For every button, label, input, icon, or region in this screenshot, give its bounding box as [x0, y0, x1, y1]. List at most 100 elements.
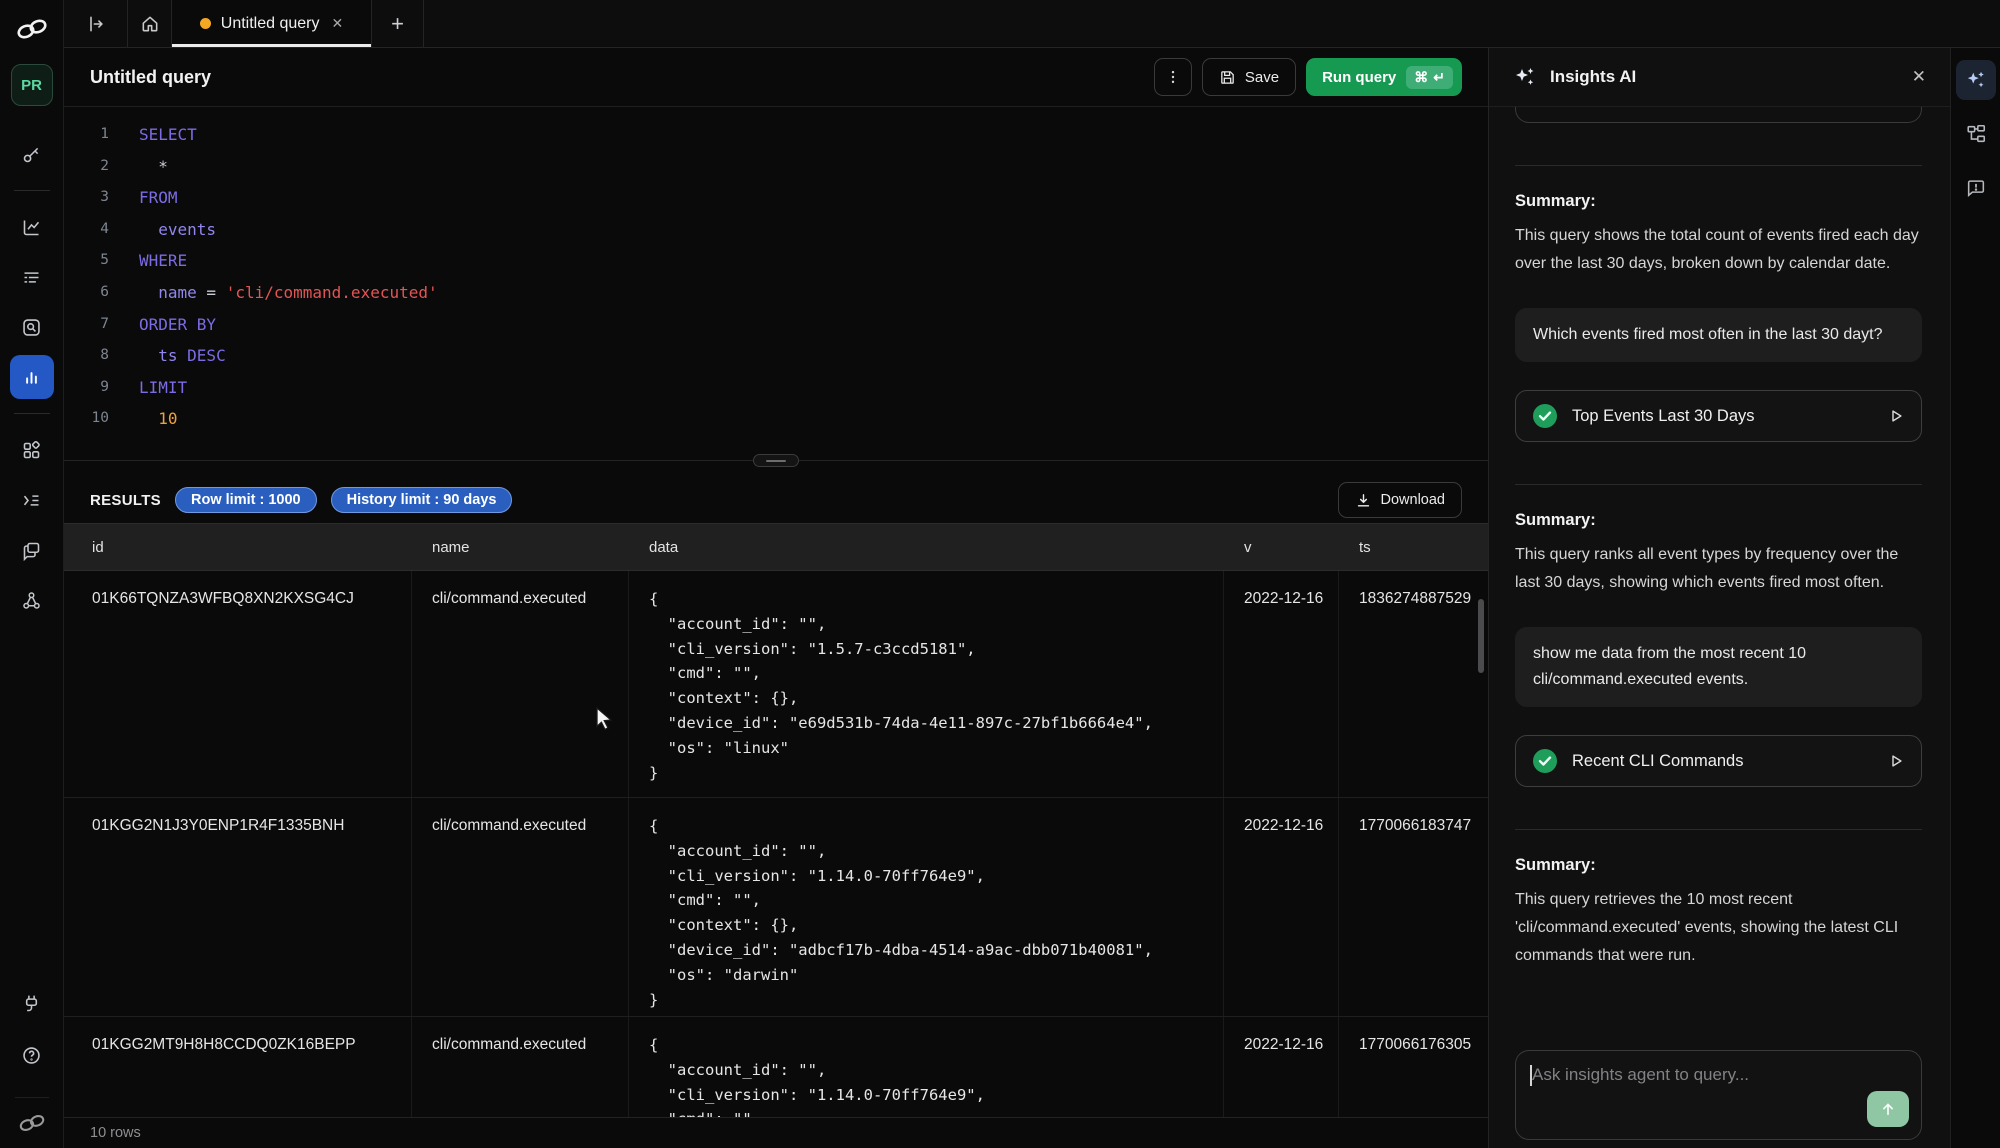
- cell-v: 2022-12-16: [1224, 1017, 1339, 1117]
- user-question-bubble: show me data from the most recent 10 cli…: [1515, 627, 1922, 707]
- integrations-nodes-icon[interactable]: [10, 578, 54, 622]
- table-row[interactable]: 01KGG2N1J3Y0ENP1R4F1335BNH cli/command.e…: [64, 798, 1488, 1017]
- suggested-query-card[interactable]: Top Events Last 30 Days: [1515, 390, 1922, 442]
- query-header: Untitled query Save Run query ⌘↵: [64, 48, 1488, 107]
- results-table-body: 01K66TQNZA3WFBQ8XN2KXSG4CJ cli/command.e…: [64, 571, 1488, 1117]
- help-icon[interactable]: [10, 1033, 54, 1077]
- splitter-handle-icon[interactable]: [753, 454, 799, 467]
- main-panel: Untitled query Save Run query ⌘↵: [64, 48, 1489, 1148]
- results-label: RESULTS: [90, 492, 161, 509]
- return-key-icon: ↵: [1433, 69, 1445, 86]
- editor-line: 8 ts DESC: [64, 340, 1488, 372]
- row-limit-badge[interactable]: Row limit : 1000: [175, 487, 317, 513]
- unsaved-dot-icon: [200, 18, 211, 29]
- editor-line: 2 *: [64, 151, 1488, 183]
- app-logo-icon: [13, 16, 51, 42]
- editor-line: 5WHERE: [64, 245, 1488, 277]
- right-icon-strip: [1950, 48, 2000, 1148]
- sparkles-icon: [1513, 65, 1537, 89]
- column-header-ts[interactable]: ts: [1339, 539, 1488, 556]
- suggested-query-card[interactable]: Recent CLI Commands: [1515, 735, 1922, 787]
- run-query-label: Run query: [1322, 69, 1396, 86]
- sidebar-divider: [14, 190, 50, 191]
- new-tab-button[interactable]: +: [372, 0, 424, 47]
- cell-name: cli/command.executed: [412, 798, 629, 1016]
- cell-data: { "account_id": "", "cli_version": "1.14…: [629, 1017, 1224, 1117]
- editor-line: 6 name = 'cli/command.executed': [64, 277, 1488, 309]
- send-button[interactable]: [1867, 1091, 1909, 1127]
- summary-text: This query ranks all event types by freq…: [1515, 541, 1922, 597]
- section-divider: [1515, 829, 1922, 830]
- insights-conversation: Summary: This query shows the total coun…: [1489, 107, 1950, 1148]
- section-divider: [1515, 484, 1922, 485]
- column-header-data[interactable]: data: [629, 539, 1224, 556]
- api-keys-icon[interactable]: [10, 132, 54, 176]
- editor-line: 7ORDER BY: [64, 309, 1488, 341]
- cmd-key-icon: ⌘: [1414, 69, 1428, 86]
- editor-line: 1SELECT: [64, 119, 1488, 151]
- success-check-icon: [1532, 403, 1558, 429]
- tab-untitled-query[interactable]: Untitled query ✕: [172, 0, 372, 47]
- workspace-badge[interactable]: PR: [11, 64, 53, 106]
- results-table-header: id name data v ts: [64, 523, 1488, 571]
- left-sidebar: PR: [0, 0, 64, 1148]
- ask-agent-inputbox[interactable]: [1515, 1050, 1922, 1140]
- table-scrollbar-thumb[interactable]: [1478, 599, 1484, 673]
- terminal-console-icon[interactable]: [10, 478, 54, 522]
- analytics-chart-icon[interactable]: [10, 205, 54, 249]
- query-explorer-icon[interactable]: [10, 305, 54, 349]
- feedback-icon[interactable]: [1956, 168, 1996, 208]
- cell-ts: 1770066176305: [1339, 1017, 1488, 1117]
- cell-name: cli/command.executed: [412, 571, 629, 797]
- success-check-icon: [1532, 748, 1558, 774]
- insights-close-icon[interactable]: ✕: [1912, 67, 1926, 87]
- save-button[interactable]: Save: [1202, 58, 1296, 96]
- summary-heading: Summary:: [1515, 856, 1922, 875]
- schema-tree-icon[interactable]: [1956, 114, 1996, 154]
- table-row[interactable]: 01K66TQNZA3WFBQ8XN2KXSG4CJ cli/command.e…: [64, 571, 1488, 798]
- home-button[interactable]: [128, 0, 172, 47]
- table-row[interactable]: 01KGG2MT9H8H8CCDQ0ZK16BEPP cli/command.e…: [64, 1017, 1488, 1117]
- user-question-bubble: Which events fired most often in the las…: [1515, 308, 1922, 362]
- plugin-connector-icon[interactable]: [10, 981, 54, 1025]
- cell-v: 2022-12-16: [1224, 571, 1339, 797]
- query-card-label: Top Events Last 30 Days: [1572, 407, 1755, 426]
- sidebar-expand-button[interactable]: [64, 0, 128, 47]
- download-button[interactable]: Download: [1338, 482, 1463, 518]
- ask-agent-input[interactable]: [1532, 1065, 1861, 1085]
- cell-name: cli/command.executed: [412, 1017, 629, 1117]
- tab-bar: Untitled query ✕ +: [64, 0, 2000, 48]
- editor-results-splitter[interactable]: [64, 460, 1488, 477]
- play-icon[interactable]: [1887, 407, 1905, 425]
- column-header-name[interactable]: name: [412, 539, 629, 556]
- mouse-cursor-icon: [592, 706, 616, 732]
- column-header-v[interactable]: v: [1224, 539, 1339, 556]
- editor-line: 10 10: [64, 403, 1488, 435]
- editor-line: 3FROM: [64, 182, 1488, 214]
- cell-id: 01KGG2MT9H8H8CCDQ0ZK16BEPP: [64, 1017, 412, 1117]
- cell-data: { "account_id": "", "cli_version": "1.5.…: [629, 571, 1224, 797]
- apps-grid-icon[interactable]: [10, 428, 54, 472]
- query-card-label: Recent CLI Commands: [1572, 752, 1744, 771]
- insights-ai-tab-icon[interactable]: [1956, 60, 1996, 100]
- query-results-icon-active[interactable]: [10, 355, 54, 399]
- run-shortcut-badge: ⌘↵: [1406, 66, 1453, 89]
- insights-header: Insights AI ✕: [1489, 48, 1950, 107]
- sidebar-divider: [14, 413, 50, 414]
- save-icon: [1219, 69, 1236, 86]
- app-window: PR: [0, 0, 2000, 1148]
- editor-line: 4 events: [64, 214, 1488, 246]
- sql-editor[interactable]: 1SELECT 2 * 3FROM 4 events 5WHERE 6 name…: [64, 107, 1488, 460]
- tab-label: Untitled query: [221, 15, 320, 33]
- results-status-bar: 10 rows: [64, 1117, 1488, 1148]
- tab-close-icon[interactable]: ✕: [331, 15, 343, 32]
- run-query-button[interactable]: Run query ⌘↵: [1306, 58, 1462, 96]
- cell-v: 2022-12-16: [1224, 798, 1339, 1016]
- play-icon[interactable]: [1887, 752, 1905, 770]
- history-limit-badge[interactable]: History limit : 90 days: [331, 487, 513, 513]
- messages-icon[interactable]: [10, 528, 54, 572]
- column-header-id[interactable]: id: [64, 539, 412, 556]
- scrolled-card-partial: [1515, 107, 1922, 123]
- logs-list-icon[interactable]: [10, 255, 54, 299]
- more-options-button[interactable]: [1154, 58, 1192, 96]
